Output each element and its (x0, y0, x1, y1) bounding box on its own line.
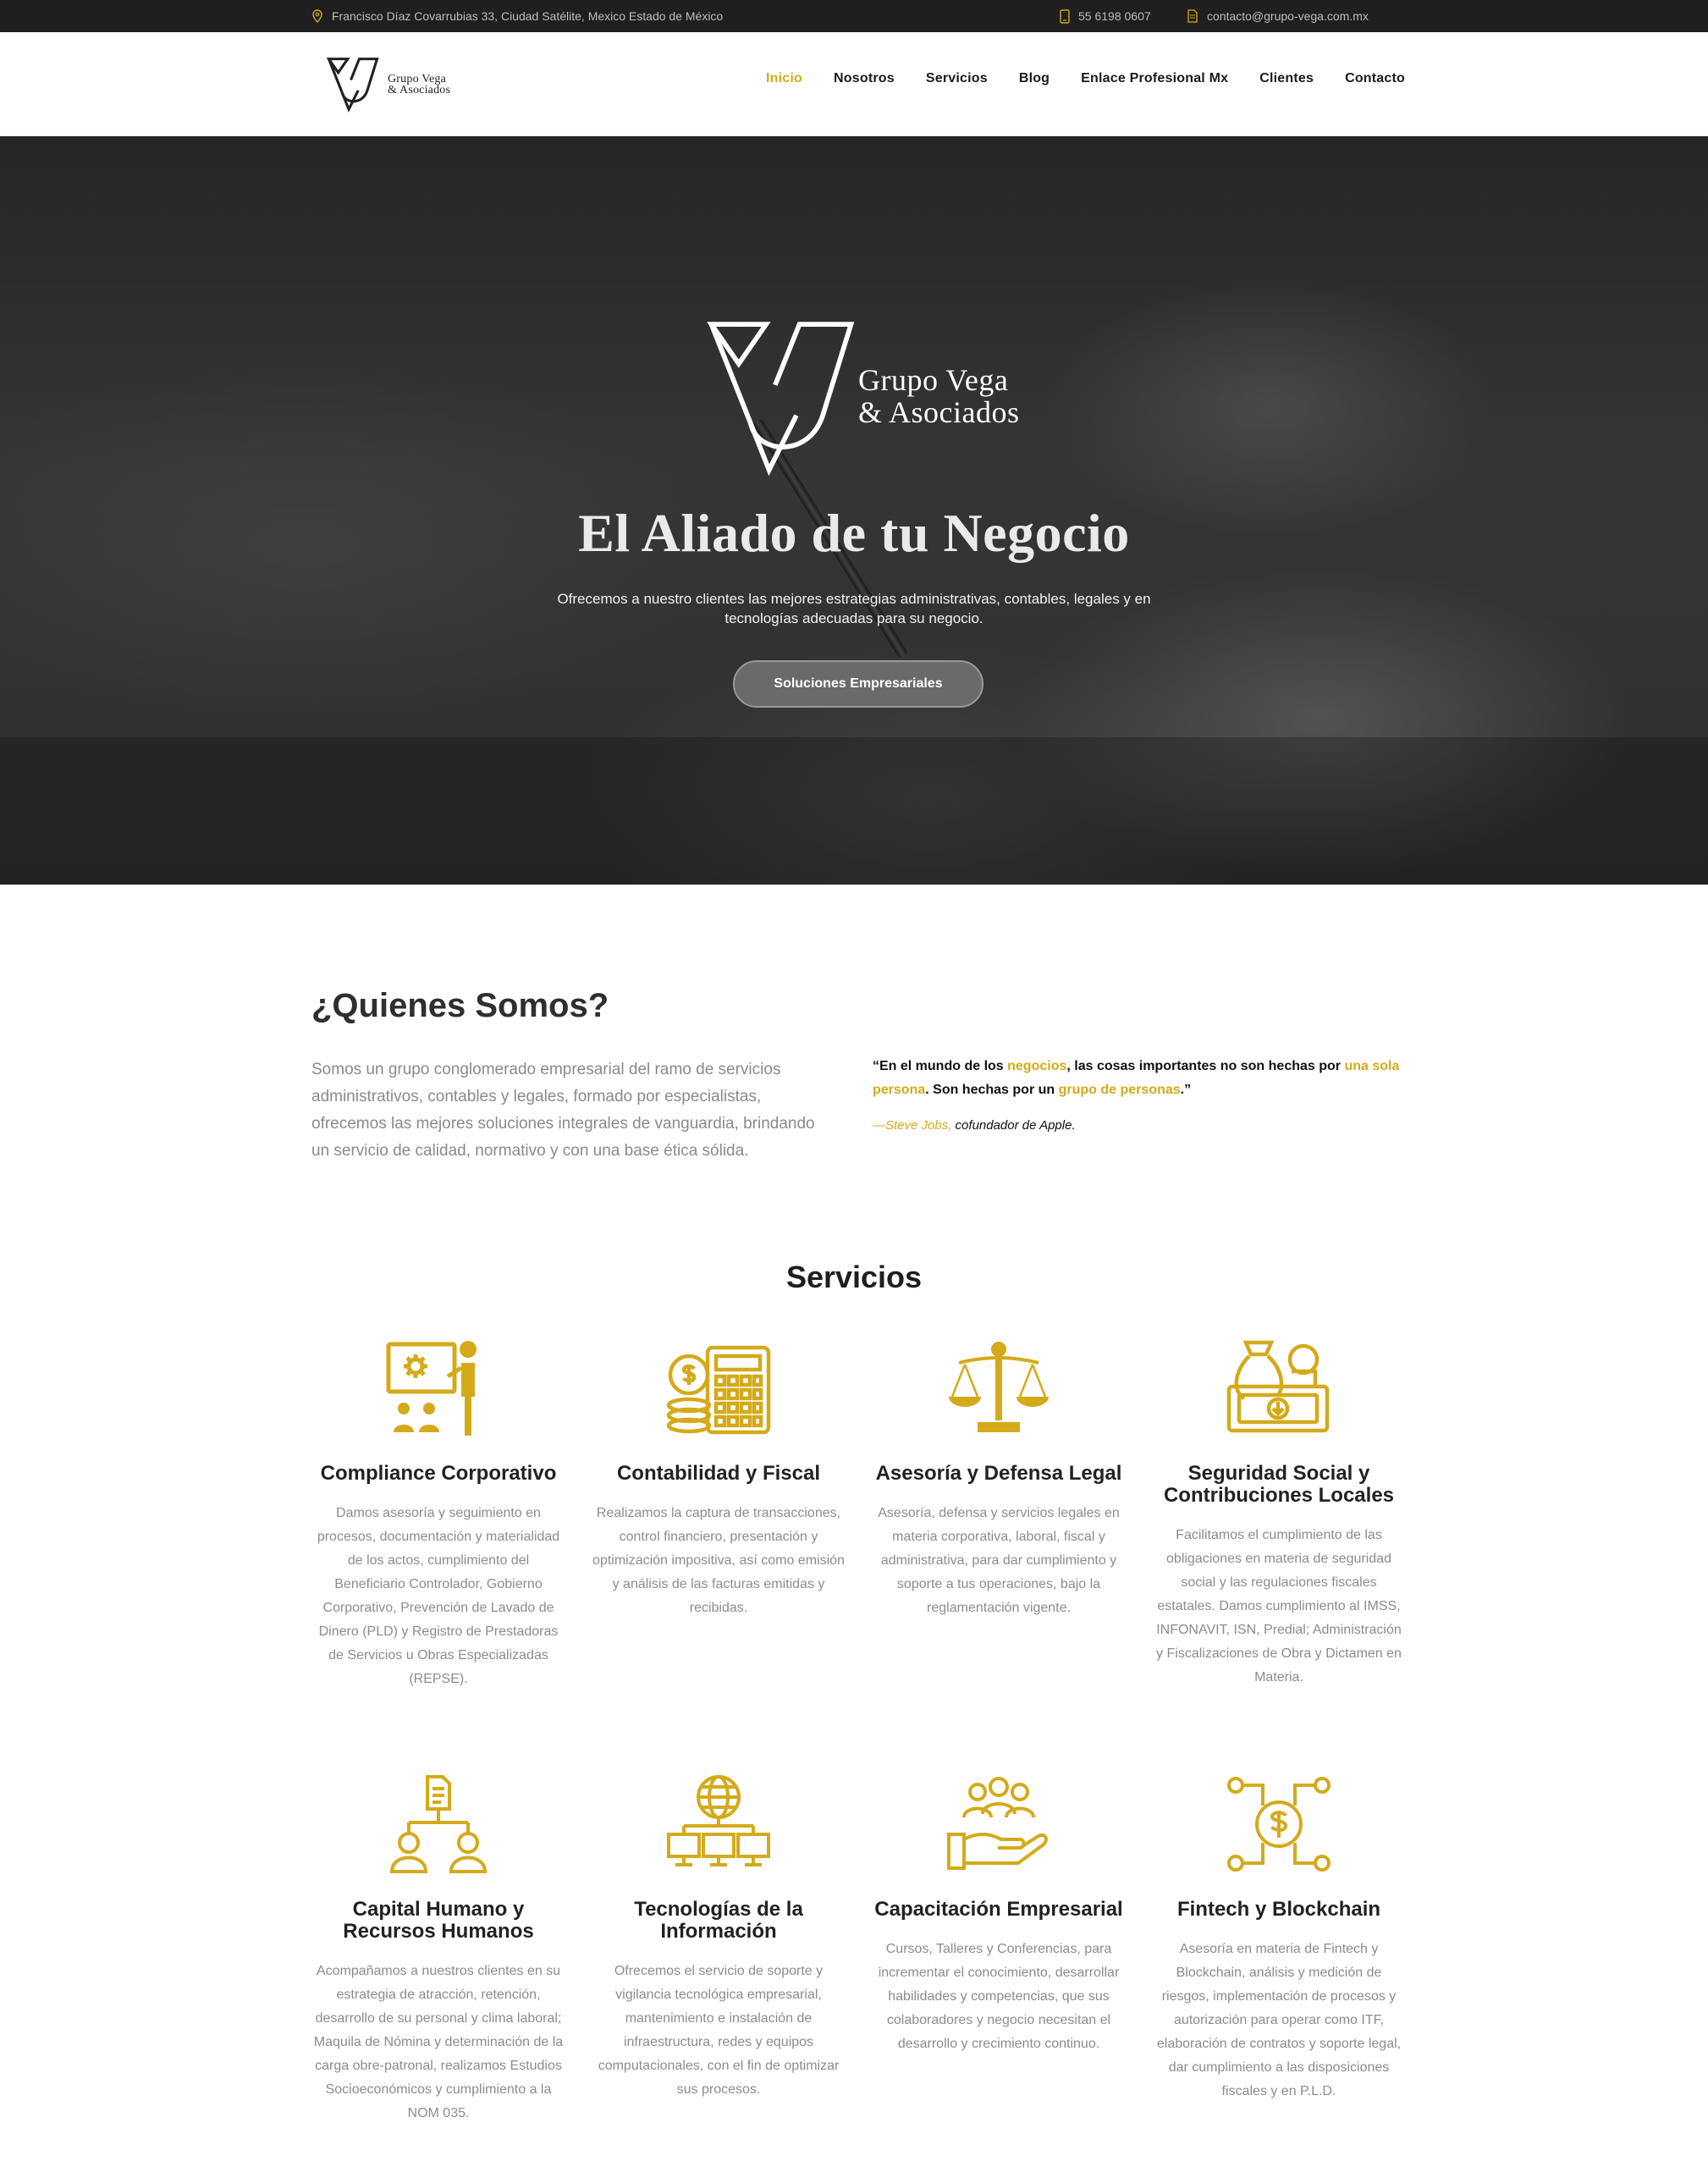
service-contabilidad: Contabilidad y Fiscal Realizamos la capt… (592, 1337, 846, 1620)
hero-bottom-shade (0, 737, 1708, 885)
main-nav: Inicio Nosotros Servicios Blog Enlace Pr… (766, 32, 1405, 125)
hero-brand-line2: & Asociados (858, 395, 1020, 429)
service-description: Acompañamos a nuestros clientes en su es… (313, 1964, 564, 2120)
phone-info[interactable]: 55 6198 0607 (1060, 0, 1151, 32)
phone-icon (1060, 8, 1070, 24)
nav-item-enlace-profesional[interactable]: Enlace Profesional Mx (1081, 71, 1228, 86)
service-seguridad-social: Seguridad Social y Contribuciones Locale… (1152, 1337, 1406, 1690)
service-description: Cursos, Talleres y Conferencias, para in… (878, 1942, 1120, 2051)
soluciones-empresariales-button[interactable]: Soluciones Empresariales (733, 660, 983, 708)
email-text[interactable]: contacto@grupo-vega.com.mx (1207, 9, 1369, 23)
header-wordmark: Grupo Vega & Asociados (388, 74, 450, 96)
hero-wordmark: Grupo Vega & Asociados (858, 364, 1020, 428)
site-header: Grupo Vega & Asociados Inicio Nosotros S… (0, 32, 1708, 136)
service-capital-humano: Capital Humano y Recursos Humanos Acompa… (311, 1773, 565, 2126)
header-logo[interactable]: Grupo Vega & Asociados (327, 52, 450, 117)
service-description: Asesoría en materia de Fintech y Blockch… (1156, 1942, 1402, 2098)
hand-people-icon (947, 1777, 1048, 1870)
service-fintech: Fintech y Blockchain Asesoría en materia… (1152, 1773, 1406, 2104)
service-title: Compliance Corporativo (320, 1462, 557, 1485)
cite-name: —Steve Jobs, (873, 1118, 952, 1133)
service-title: Capital Humano y Recursos Humanos (343, 1898, 534, 1943)
service-description: Asesoría, defensa y servicios legales en… (878, 1506, 1120, 1615)
service-description: Facilitamos el cumplimiento de las oblig… (1156, 1528, 1402, 1685)
scales-icon (949, 1342, 1049, 1432)
nav-item-contacto[interactable]: Contacto (1345, 71, 1405, 86)
quote-part: , las cosas importantes no son hechas po… (1066, 1059, 1345, 1073)
phone-text[interactable]: 55 6198 0607 (1078, 9, 1151, 23)
service-description: Realizamos la captura de transacciones, … (592, 1506, 845, 1615)
hero-logo: Grupo Vega & Asociados (701, 318, 1065, 479)
nav-item-inicio[interactable]: Inicio (766, 71, 802, 86)
brand-name-line2: & Asociados (388, 84, 451, 96)
quote-citation: —Steve Jobs, cofundador de Apple. (873, 1118, 1076, 1133)
hero-section: Grupo Vega & Asociados El Aliado de tu N… (0, 136, 1708, 885)
service-title: Asesoría y Defensa Legal (875, 1462, 1122, 1485)
fintech-coin-icon (1227, 1777, 1331, 1872)
presentation-icon (386, 1341, 477, 1436)
nav-item-nosotros[interactable]: Nosotros (834, 71, 895, 86)
service-title: Tecnologías de la Información (634, 1898, 803, 1943)
hero-brand-line1: Grupo Vega (858, 363, 1009, 397)
quote-part: . Son hechas por un (925, 1083, 1059, 1097)
service-compliance: Compliance Corporativo Damos asesoría y … (311, 1337, 565, 1691)
about-text: Somos un grupo conglomerado empresarial … (311, 1061, 815, 1160)
service-title: Seguridad Social y Contribuciones Locale… (1163, 1462, 1395, 1507)
brand-logo-icon (327, 58, 379, 113)
service-title: Capacitación Empresarial (874, 1898, 1123, 1921)
nav-item-clientes[interactable]: Clientes (1259, 71, 1314, 86)
money-bag-icon (1226, 1340, 1330, 1433)
jobs-quote: “En el mundo de los negocios, las cosas … (873, 1055, 1414, 1102)
service-description: Ofrecemos el servicio de soporte y vigil… (598, 1964, 840, 2097)
calculator-coins-icon (666, 1345, 771, 1435)
quote-part: “En el mundo de los (873, 1059, 1008, 1073)
map-pin-icon (312, 9, 322, 23)
brand-logo-large-icon (707, 322, 855, 477)
hero-title: El Aliado de tu Negocio (578, 503, 1130, 563)
org-chart-icon (389, 1775, 488, 1873)
service-title: Contabilidad y Fiscal (616, 1462, 821, 1485)
document-icon (1187, 9, 1198, 23)
hero-subtitle: Ofrecemos a nuestro clientes las mejores… (557, 591, 1151, 626)
quote-highlight: negocios (1007, 1059, 1067, 1073)
quote-highlight: grupo de personas (1058, 1083, 1181, 1097)
service-description: Damos asesoría y seguimiento en procesos… (317, 1506, 560, 1686)
cite-role: cofundador de Apple. (951, 1118, 1076, 1133)
top-info-bar: Francisco Díaz Covarrubias 33, Ciudad Sa… (0, 0, 1708, 32)
service-title: Fintech y Blockchain (1176, 1898, 1381, 1921)
email-info[interactable]: contacto@grupo-vega.com.mx (1187, 0, 1369, 32)
about-title: ¿Quienes Somos? (311, 987, 609, 1024)
service-tecnologias: Tecnologías de la Información Ofrecemos … (592, 1773, 846, 2102)
nav-item-blog[interactable]: Blog (1019, 71, 1050, 86)
network-globe-icon (667, 1775, 770, 1866)
service-asesoria-legal: Asesoría y Defensa Legal Asesoría, defen… (872, 1337, 1126, 1620)
address-info: Francisco Díaz Covarrubias 33, Ciudad Sa… (311, 0, 723, 32)
address-text: Francisco Díaz Covarrubias 33, Ciudad Sa… (332, 9, 724, 23)
services-title: Servicios (785, 1260, 923, 1294)
service-capacitacion: Capacitación Empresarial Cursos, Tallere… (872, 1773, 1126, 2056)
nav-item-servicios[interactable]: Servicios (926, 71, 988, 86)
quote-part: .” (1180, 1083, 1192, 1097)
